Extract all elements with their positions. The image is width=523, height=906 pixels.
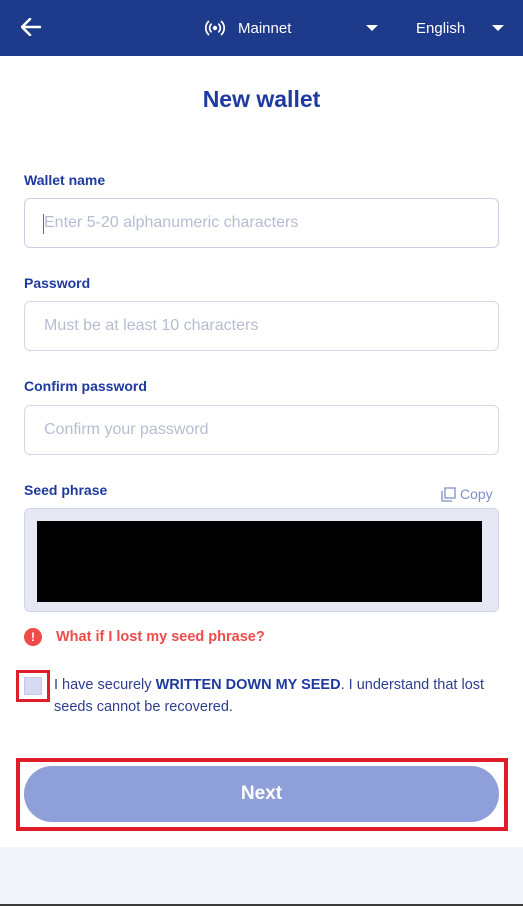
acknowledge-text-before: I have securely <box>54 677 156 693</box>
acknowledge-checkbox[interactable] <box>24 677 42 695</box>
acknowledge-text-bold: WRITTEN DOWN MY SEED <box>155 677 341 693</box>
lost-seed-text: What if I lost my seed phrase? <box>56 629 265 645</box>
password-label: Password <box>24 275 91 291</box>
network-label: Mainnet <box>238 19 292 37</box>
confirm-password-label: Confirm password <box>24 378 147 394</box>
next-button[interactable]: Next <box>24 766 499 822</box>
top-bar: Mainnet English <box>0 0 523 56</box>
seed-phrase-redacted <box>37 521 482 602</box>
caret-down-icon[interactable] <box>364 20 380 36</box>
caret-down-icon[interactable] <box>490 20 506 36</box>
broadcast-icon <box>204 17 226 39</box>
wallet-name-label: Wallet name <box>24 172 106 188</box>
seed-phrase-box <box>24 508 499 612</box>
acknowledge-text[interactable]: I have securely WRITTEN DOWN MY SEED. I … <box>54 674 494 718</box>
language-selector[interactable]: English <box>416 14 465 42</box>
page-title: New wallet <box>202 86 321 112</box>
confirm-password-input[interactable] <box>24 405 499 455</box>
arrow-left-icon <box>21 18 41 36</box>
copy-seed-button[interactable]: Copy <box>441 485 493 503</box>
password-input[interactable] <box>24 301 499 351</box>
alert-icon: ! <box>24 628 42 646</box>
lost-seed-link[interactable]: ! What if I lost my seed phrase? <box>24 626 265 648</box>
back-button[interactable] <box>14 10 48 44</box>
language-label: English <box>416 19 466 37</box>
copy-icon <box>441 486 456 502</box>
seed-phrase-label: Seed phrase <box>24 482 108 498</box>
text-cursor <box>43 214 44 234</box>
copy-label: Copy <box>460 486 493 502</box>
wallet-name-input[interactable] <box>24 198 499 248</box>
network-selector[interactable]: Mainnet <box>204 14 291 42</box>
new-wallet-page: Mainnet English New wallet Wallet name P… <box>0 0 523 906</box>
footer-area <box>0 847 523 904</box>
